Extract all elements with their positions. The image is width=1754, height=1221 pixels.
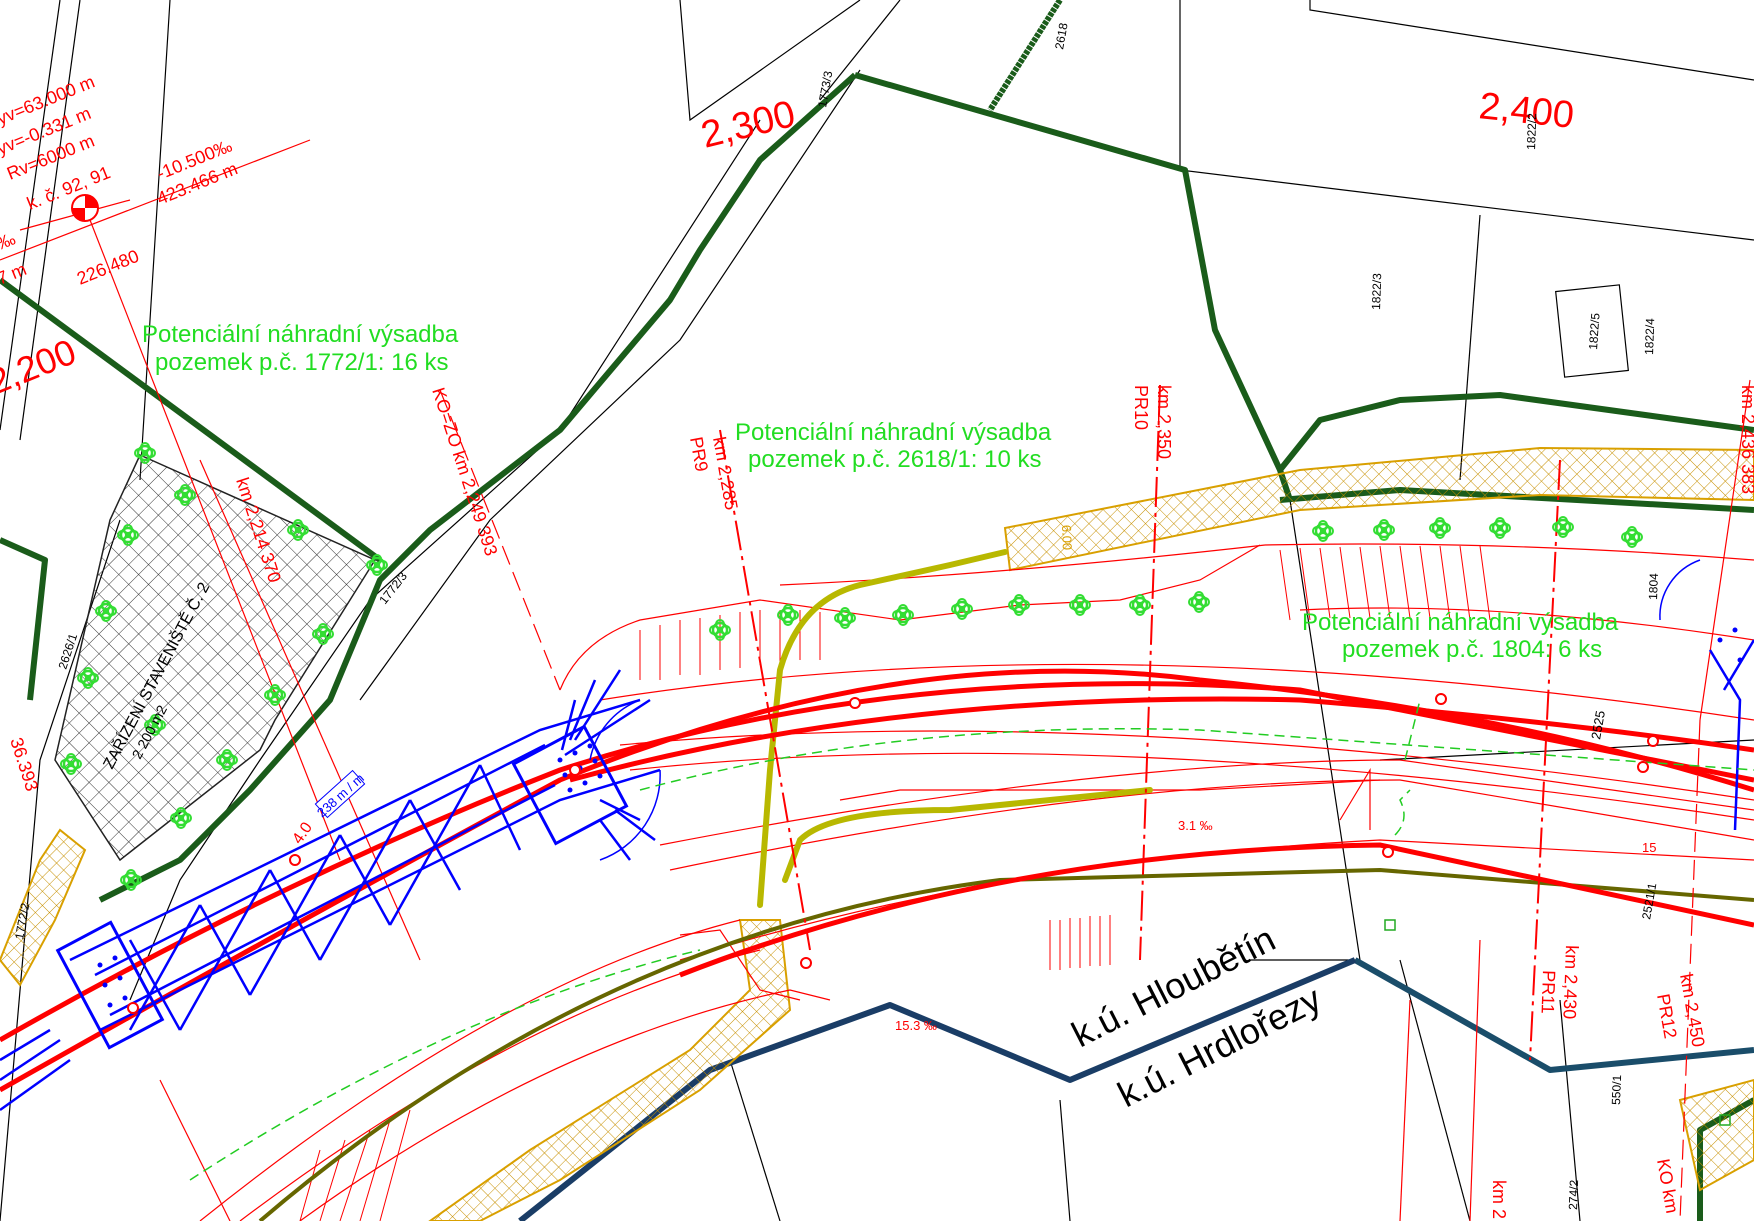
label-km-left-edge: 36.393 xyxy=(6,735,42,794)
planting-3-line1: Potenciální náhradní výsadba xyxy=(1302,609,1619,636)
survey-point-icon xyxy=(1647,735,1659,747)
width-label: 6.00 xyxy=(1059,525,1075,551)
elevation-label: 2525 xyxy=(1588,709,1608,740)
parcel-274-2: 274/2 xyxy=(1566,1179,1581,1210)
rail-line-olive xyxy=(258,867,1754,1221)
label-ko-km: KO km xyxy=(1653,1157,1682,1215)
tree-symbol-icon xyxy=(1128,593,1152,617)
label-pr11-km: km 2,430 xyxy=(1559,945,1582,1020)
label-pr10: PR10 xyxy=(1131,385,1151,430)
planting-1-line1: Potenciální náhradní výsadba xyxy=(142,321,459,348)
vc-station: 226.480 xyxy=(74,246,142,289)
curve-center-icon xyxy=(71,194,99,222)
survey-point-icon xyxy=(1435,693,1447,705)
parcel-1822-4: 1822/4 xyxy=(1642,318,1657,355)
label-pr10-km: km 2,350 xyxy=(1154,385,1174,459)
tree-symbol-icon xyxy=(891,603,915,627)
survey-point-icon xyxy=(569,764,581,776)
parcel-2521-1: 2521/1 xyxy=(1639,882,1659,921)
survey-point-icon xyxy=(800,957,812,969)
label-pr12: PR12 xyxy=(1653,992,1681,1040)
bridge-station-label: 4.0 xyxy=(289,819,316,847)
planting-3-line2: pozemek p.č. 1804: 6 ks xyxy=(1342,636,1602,663)
vc-line-6: 7 m xyxy=(0,259,29,289)
parcel-1822-5: 1822/5 xyxy=(1586,312,1603,350)
survey-point-icon xyxy=(289,854,301,866)
vertical-curve-annotation: yv=63.000 m yv=-0.331 m Rv=6000 m k. č. … xyxy=(0,71,240,288)
station-labels: KO=ZO km 2,249 393 km 2,214 370 km 2,285… xyxy=(6,385,1754,1219)
slope-ticks xyxy=(299,545,1491,1221)
survey-point-icon xyxy=(1382,846,1394,858)
slope-label-3: 15 xyxy=(1642,840,1656,855)
survey-point-icon xyxy=(1637,761,1649,773)
parcel-1804: 1804 xyxy=(1646,573,1661,600)
chainage-2300: 2,300 xyxy=(697,93,799,157)
label-pr9-km: km 2,285 xyxy=(709,435,742,511)
tree-symbol-icon xyxy=(1488,516,1512,540)
label-pr9: PR9 xyxy=(686,435,712,473)
planting-2-line1: Potenciální náhradní výsadba xyxy=(735,419,1052,446)
label-km-bottom: km 2 xyxy=(1489,1180,1509,1219)
parcel-1822-3: 1822/3 xyxy=(1369,273,1384,310)
tree-symbol-icon xyxy=(1187,590,1211,614)
bridge-bearings xyxy=(97,627,1743,1008)
label-pr12-km: km 2,450 xyxy=(1676,972,1709,1048)
tree-symbol-icon xyxy=(1311,519,1335,543)
green-dashed-lines xyxy=(189,699,1754,1181)
engineering-map: 2,200 2,300 2,400 yv=63.000 m yv=-0.331 … xyxy=(0,0,1754,1221)
label-pr11: PR11 xyxy=(1537,970,1559,1014)
tree-symbol-icon xyxy=(950,597,974,621)
survey-point-icon xyxy=(849,697,861,709)
tree-symbol-icon xyxy=(1007,593,1031,617)
slope-label-1: 3.1 ‰ xyxy=(1178,818,1213,833)
parcel-550-1: 550/1 xyxy=(1609,1074,1624,1105)
tree-symbol-icon xyxy=(1620,525,1644,549)
tree-symbol-icon xyxy=(1372,518,1396,542)
parcel-1773-3: 1773/3 xyxy=(815,70,835,109)
vc-line-5: ‰ xyxy=(0,228,18,253)
tree-symbol-icon xyxy=(708,618,732,642)
small-labels: 238 m / m 4.0 3.1 ‰ 15.3 ‰ 15 6.00 2525 xyxy=(289,525,1656,1033)
planting-1-line2: pozemek p.č. 1772/1: 16 ks xyxy=(155,349,449,376)
survey-point-icon xyxy=(127,1002,139,1014)
tree-symbol-icon xyxy=(1428,516,1452,540)
slope-label-2: 15.3 ‰ xyxy=(895,1018,937,1033)
parcel-1822-2: 1822/2 xyxy=(1524,113,1539,150)
label-ko-zo: KO=ZO km 2,249 393 xyxy=(428,385,501,558)
planting-2-line2: pozemek p.č. 2618/1: 10 ks xyxy=(748,446,1042,473)
tree-symbol-icon xyxy=(1068,593,1092,617)
tree-symbol-icon xyxy=(776,603,800,627)
parcel-2618: 2618 xyxy=(1052,21,1070,50)
label-km-right-top: km 2,436 383 xyxy=(1738,385,1754,494)
